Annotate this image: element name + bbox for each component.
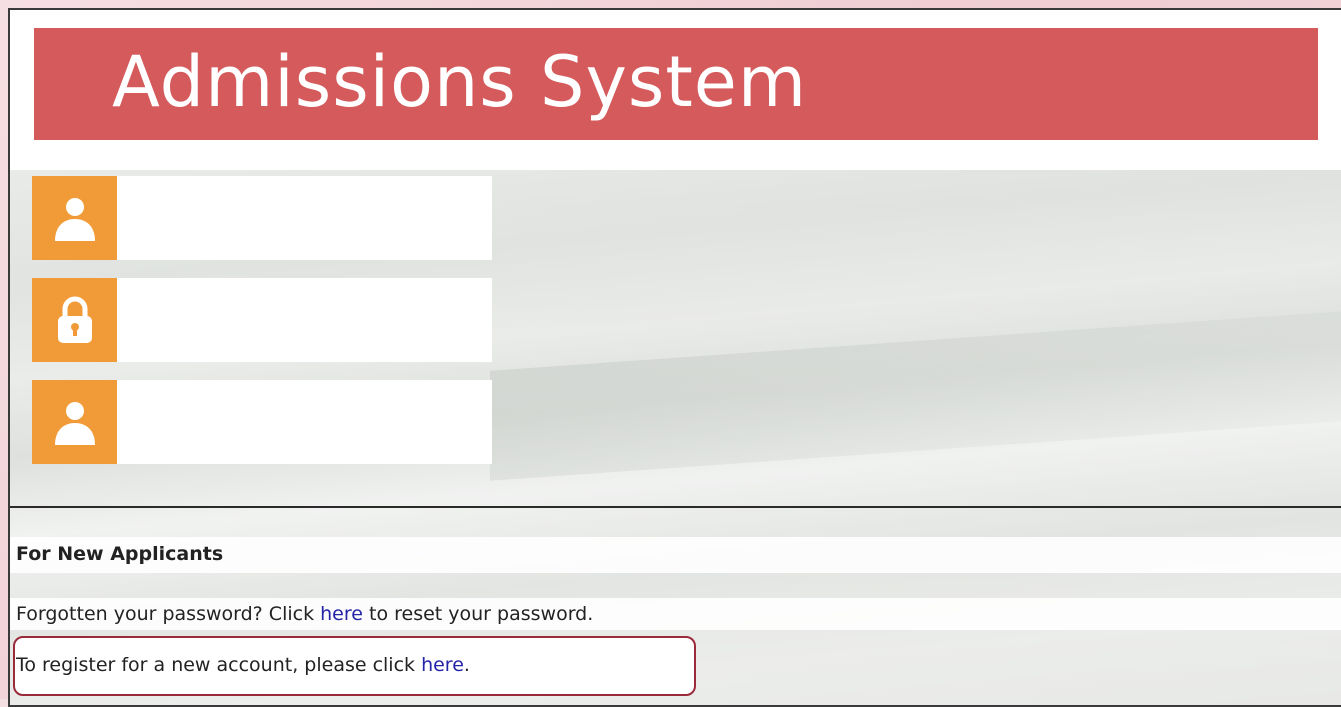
header-banner: Admissions System bbox=[34, 28, 1318, 140]
user-icon bbox=[32, 176, 117, 260]
register-link[interactable]: here bbox=[421, 654, 464, 676]
new-applicants-heading: For New Applicants bbox=[16, 543, 224, 565]
forgot-suffix: to reset your password. bbox=[362, 603, 594, 625]
reset-password-link[interactable]: here bbox=[320, 603, 363, 625]
third-field-row bbox=[32, 380, 492, 464]
register-suffix: . bbox=[463, 654, 470, 676]
divider bbox=[10, 506, 1341, 508]
register-prefix: To register for a new account, please cl… bbox=[16, 654, 422, 676]
username-row bbox=[32, 176, 492, 260]
forgot-password-text: Forgotten your password? Click here to r… bbox=[16, 603, 593, 625]
password-row bbox=[32, 278, 492, 362]
username-input[interactable] bbox=[117, 176, 492, 260]
page-title: Admissions System bbox=[112, 41, 808, 123]
register-text: To register for a new account, please cl… bbox=[16, 654, 470, 676]
forgot-prefix: Forgotten your password? Click bbox=[16, 603, 321, 625]
password-input[interactable] bbox=[117, 278, 492, 362]
user-icon bbox=[32, 380, 117, 464]
third-field-input[interactable] bbox=[117, 380, 492, 464]
login-page-frame: Admissions System For New Applicants For… bbox=[8, 8, 1341, 707]
lock-icon bbox=[32, 278, 117, 362]
